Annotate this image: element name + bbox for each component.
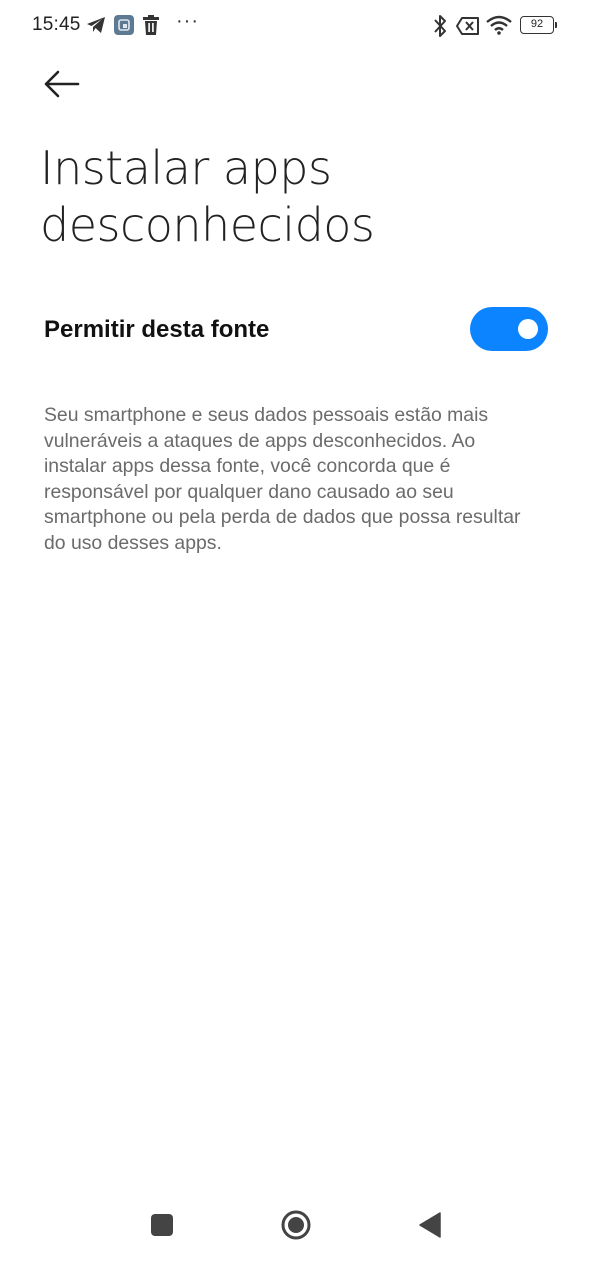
battery-icon: 92 [520, 16, 557, 34]
home-circle-icon[interactable] [280, 1209, 312, 1241]
allow-source-setting[interactable]: Permitir desta fonte [0, 300, 592, 360]
telegram-icon [87, 17, 105, 33]
status-bar: 15:45 ··· 92 [0, 0, 592, 52]
more-icon: ··· [176, 10, 199, 32]
app-notification-icon [114, 15, 134, 35]
allow-source-toggle[interactable] [470, 307, 548, 351]
recents-square-icon[interactable] [151, 1214, 173, 1236]
navigation-bar [0, 1190, 592, 1280]
wifi-icon [486, 15, 512, 35]
screen: 15:45 ··· 92 Instalar apps desconhecidos… [0, 0, 592, 1280]
setting-label: Permitir desta fonte [44, 316, 270, 343]
battery-level: 92 [530, 18, 544, 30]
warning-description: Seu smartphone e seus dados pessoais est… [44, 404, 521, 554]
no-sim-icon [456, 17, 479, 35]
toggle-knob [518, 319, 538, 339]
back-triangle-icon[interactable] [418, 1212, 442, 1238]
status-time: 15:45 [32, 14, 81, 35]
arrow-left-icon [44, 70, 80, 98]
page-title: Instalar apps desconhecidos [40, 141, 375, 252]
back-button[interactable] [36, 64, 86, 104]
trash-icon [143, 15, 159, 35]
bluetooth-icon [434, 15, 446, 37]
